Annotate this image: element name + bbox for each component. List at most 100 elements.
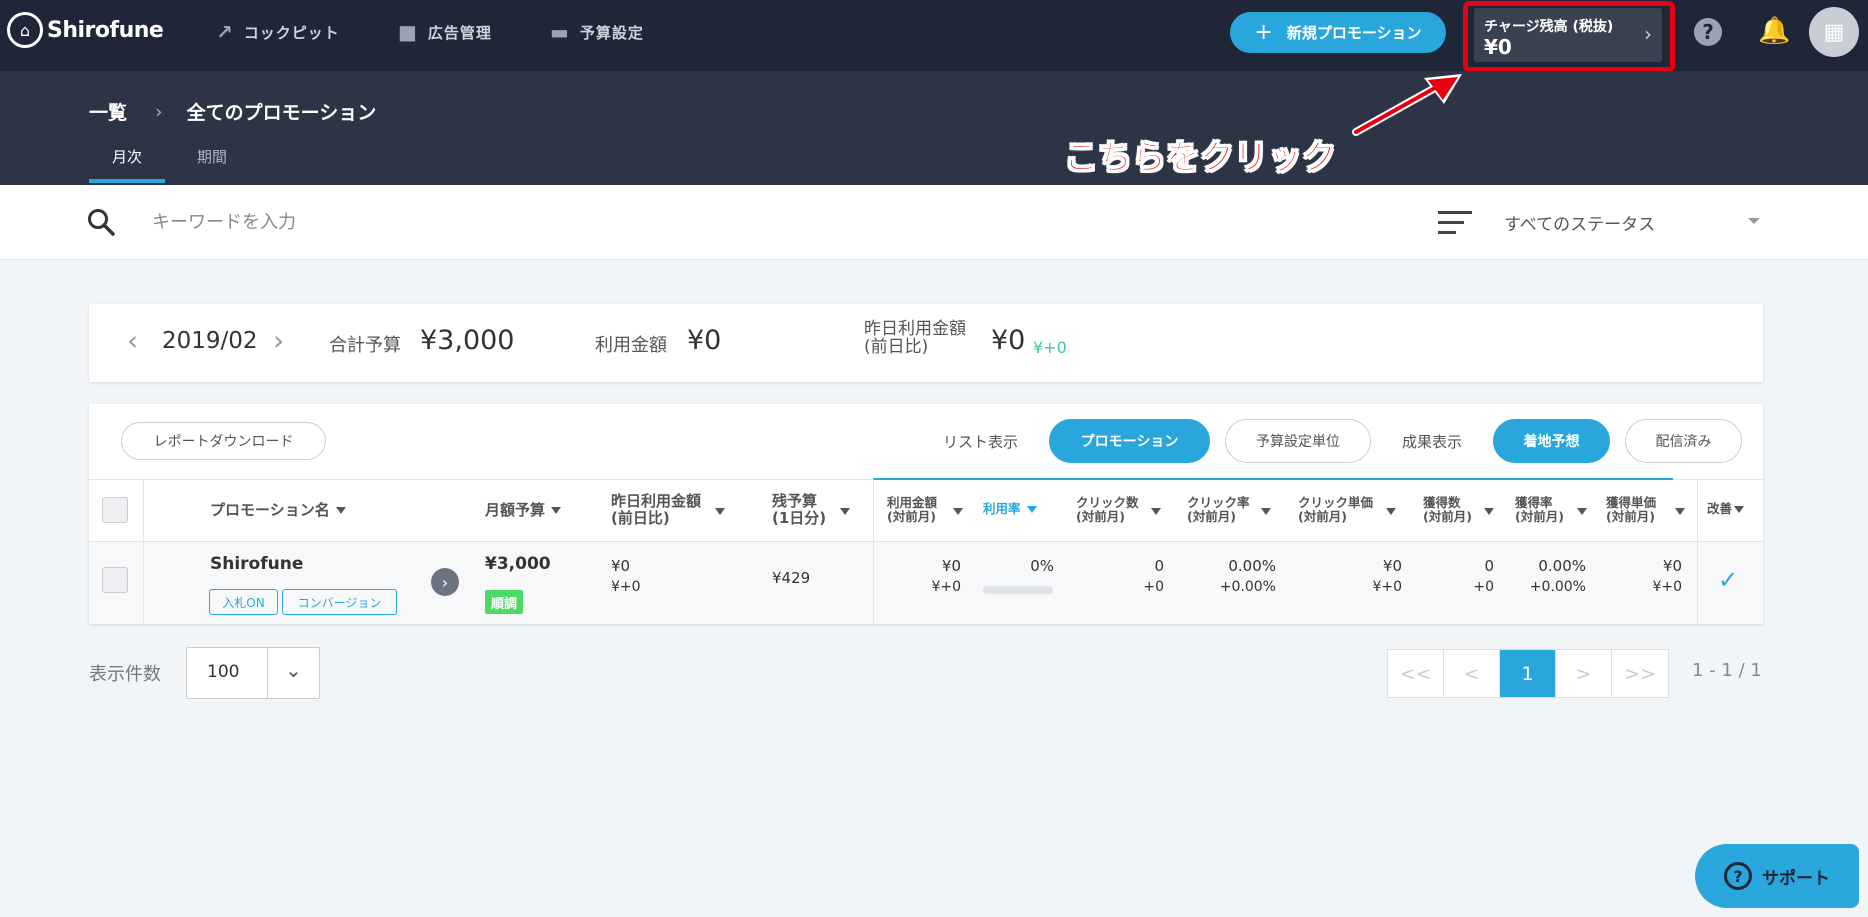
- logo-text: Shirofune: [47, 17, 164, 43]
- logo[interactable]: ⌂ Shirofune: [7, 12, 164, 48]
- support-button[interactable]: ? サポート: [1695, 844, 1859, 908]
- sort-caret-icon[interactable]: [1151, 508, 1161, 515]
- help-icon[interactable]: ?: [1694, 18, 1722, 46]
- result-forecast-button[interactable]: 着地予想: [1493, 419, 1610, 463]
- account-avatar[interactable]: ▦: [1809, 7, 1859, 57]
- chevron-right-icon[interactable]: ›: [431, 568, 459, 596]
- usage-rate-bar: [983, 586, 1053, 594]
- column-header-cpc[interactable]: クリック単価 (対前月): [1298, 496, 1373, 524]
- sort-caret-icon: [1026, 506, 1037, 513]
- remaining-budget-value: ¥429: [772, 569, 811, 587]
- column-header-improve-label: 改善: [1707, 501, 1733, 516]
- column-header-cpc-label1: クリック単価: [1298, 495, 1374, 510]
- tab-period[interactable]: 期間: [197, 146, 227, 167]
- cpc-diff: ¥+0: [1372, 579, 1402, 595]
- promotion-name[interactable]: Shirofune: [210, 554, 303, 574]
- column-header-usage-rate[interactable]: 利用率: [983, 502, 1037, 516]
- column-header-name[interactable]: プロモーション名: [210, 502, 346, 519]
- column-header-conversions-label2: (対前月): [1423, 509, 1472, 524]
- sort-caret-icon[interactable]: [1675, 508, 1685, 515]
- check-icon[interactable]: ✓: [1718, 566, 1738, 594]
- folder-icon: ■: [398, 20, 418, 44]
- column-header-cvr[interactable]: 獲得率 (対前月): [1515, 496, 1564, 524]
- conversions-value: 0: [1484, 557, 1494, 575]
- cpa-value: ¥0: [1662, 557, 1682, 575]
- result-view-label: 成果表示: [1402, 433, 1463, 451]
- page-last-button[interactable]: >>: [1612, 650, 1668, 697]
- nav-budget-settings[interactable]: ▬ 予算設定: [550, 20, 644, 44]
- column-header-cpa[interactable]: 獲得単価 (対前月): [1606, 496, 1656, 524]
- column-header-improve[interactable]: 改善: [1707, 501, 1745, 516]
- column-header-conversions[interactable]: 獲得数 (対前月): [1423, 496, 1472, 524]
- report-download-button[interactable]: レポートダウンロード: [121, 422, 326, 460]
- sort-caret-icon[interactable]: [1261, 508, 1271, 515]
- breadcrumb-current: 全てのプロモーション: [186, 102, 377, 124]
- yesterday-spend-label: 昨日利用金額 (前日比): [864, 320, 966, 356]
- per-page-select[interactable]: 100 ⌄: [186, 647, 320, 699]
- column-header-remaining-label1: 残予算: [772, 492, 818, 510]
- column-header-yesterday-spend-label2: (前日比): [611, 509, 670, 527]
- sort-caret-icon[interactable]: [953, 508, 963, 515]
- per-page-value: 100: [207, 662, 240, 682]
- spend-label: 利用金額: [595, 335, 667, 356]
- column-header-clicks[interactable]: クリック数 (対前月): [1076, 496, 1139, 524]
- status-filter-select[interactable]: すべてのステータス: [1504, 210, 1764, 235]
- tab-monthly[interactable]: 月次: [112, 146, 142, 167]
- column-header-monthly-budget-label: 月額予算: [485, 501, 546, 519]
- column-header-cvr-label2: (対前月): [1515, 509, 1564, 524]
- row-checkbox[interactable]: [102, 567, 128, 593]
- annotation-arrow-icon: [1352, 74, 1462, 136]
- yesterday-spend-label-line1: 昨日利用金額: [864, 319, 966, 339]
- page-prev-button[interactable]: <: [1444, 650, 1500, 697]
- column-header-remaining[interactable]: 残予算 (1日分): [772, 493, 826, 527]
- pagination: << < 1 > >>: [1387, 649, 1669, 698]
- chevron-left-icon[interactable]: ‹: [127, 324, 138, 357]
- list-view-budget-unit-button[interactable]: 予算設定単位: [1225, 419, 1371, 463]
- nav-cockpit-label: コックピット: [243, 23, 340, 42]
- yesterday-spend-value: ¥0: [611, 557, 631, 575]
- column-header-monthly-budget[interactable]: 月額予算: [485, 501, 562, 519]
- summary-card: ‹ 2019/02 › 合計予算 ¥3,000 利用金額 ¥0 昨日利用金額 (…: [89, 304, 1763, 382]
- spend-diff: ¥+0: [931, 579, 961, 595]
- table-header: プロモーション名 月額予算 昨日利用金額 (前日比) 残予算 (1日分) 利用金額(…: [89, 479, 1763, 542]
- page-next-button[interactable]: >: [1556, 650, 1612, 697]
- nav-cockpit[interactable]: ↗ コックピット: [216, 20, 340, 44]
- sort-caret-icon[interactable]: [1386, 508, 1396, 515]
- sort-caret-icon[interactable]: [1577, 508, 1587, 515]
- column-header-spend[interactable]: 利用金額 (対前月): [887, 496, 937, 524]
- sort-caret-icon[interactable]: [715, 508, 725, 515]
- cvr-diff: +0.00%: [1529, 579, 1586, 595]
- per-page-label: 表示件数: [89, 664, 161, 685]
- search-input[interactable]: [152, 205, 752, 239]
- plus-icon: +: [1254, 20, 1273, 45]
- list-view-promotion-button[interactable]: プロモーション: [1049, 419, 1210, 463]
- sort-caret-icon[interactable]: [840, 508, 850, 515]
- monthly-budget-value: ¥3,000: [485, 554, 551, 574]
- status-badge: 順調: [485, 590, 524, 614]
- clicks-value: 0: [1154, 557, 1164, 575]
- conversions-diff: +0: [1473, 579, 1494, 595]
- sort-caret-icon[interactable]: [1484, 508, 1494, 515]
- column-header-spend-label1: 利用金額: [887, 495, 938, 510]
- nav-ad-management[interactable]: ■ 広告管理: [398, 20, 492, 44]
- column-header-yesterday-spend[interactable]: 昨日利用金額 (前日比): [611, 493, 701, 527]
- list-view-label: リスト表示: [943, 433, 1019, 451]
- result-delivered-button[interactable]: 配信済み: [1625, 419, 1742, 463]
- breadcrumb-root[interactable]: 一覧: [89, 98, 127, 125]
- page-current-button[interactable]: 1: [1500, 650, 1556, 697]
- page-first-button[interactable]: <<: [1388, 650, 1444, 697]
- wallet-icon: ▬: [550, 20, 570, 44]
- current-month: 2019/02: [162, 328, 258, 354]
- spend-value: ¥0: [687, 325, 722, 356]
- nav-budget-settings-label: 予算設定: [579, 23, 644, 42]
- column-header-ctr[interactable]: クリック率 (対前月): [1187, 496, 1250, 524]
- shirofune-logo-icon: ⌂: [7, 12, 43, 48]
- clicks-diff: +0: [1143, 579, 1164, 595]
- column-header-spend-label2: (対前月): [887, 509, 936, 524]
- new-promotion-button[interactable]: + 新規プロモーション: [1230, 12, 1446, 53]
- chevron-right-icon[interactable]: ›: [273, 324, 284, 357]
- bell-icon[interactable]: 🔔: [1758, 16, 1790, 46]
- select-all-checkbox[interactable]: [102, 497, 128, 523]
- sort-caret-icon: [551, 507, 562, 514]
- column-header-ctr-label2: (対前月): [1187, 509, 1236, 524]
